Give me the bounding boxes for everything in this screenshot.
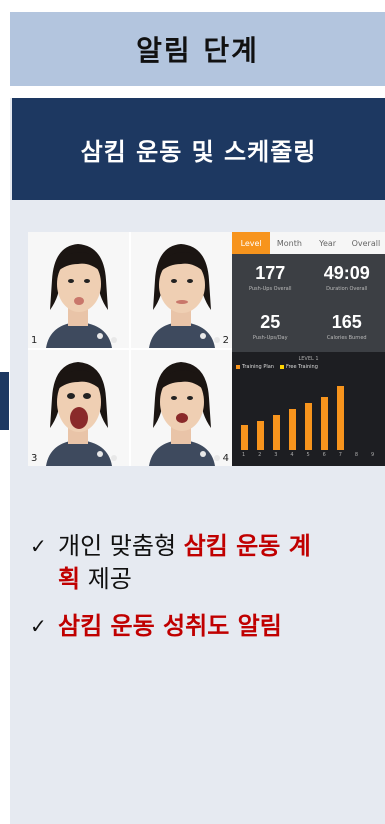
legend-item-training-plan: Training Plan — [236, 364, 274, 370]
photo-number: 4 — [222, 453, 229, 464]
legend-label: Free Training — [285, 364, 318, 370]
exercise-photo-4: 4 — [131, 350, 232, 466]
face-small-open-mouth-image — [149, 362, 220, 466]
chart-bar — [256, 421, 264, 450]
title-banner: 알림 단계 — [10, 12, 385, 86]
exercise-photo-grid: 1 2 3 4 — [28, 232, 232, 466]
chart-bar — [305, 402, 312, 450]
stat-value: 177 — [255, 263, 286, 283]
feature-text-part: 개인 맞춤형 — [58, 532, 184, 560]
exercise-photo-2: 2 — [131, 232, 232, 348]
stat-value: 165 — [331, 312, 362, 332]
stat-label: Calories Burned — [326, 335, 367, 341]
x-tick-label: 4 — [290, 452, 294, 458]
check-icon: ✓ — [30, 614, 47, 638]
chart-level-label: LEVEL 1 — [298, 356, 319, 362]
legend-swatch — [279, 364, 284, 369]
stat-pushups-overall: 177 Push-Ups Overall — [232, 254, 309, 303]
x-axis: 1 2 3 4 5 6 7 8 9 — [236, 452, 381, 462]
feature-item: ✓ 개인 맞춤형 삼킴 운동 계획 제공 — [30, 530, 330, 596]
photo-number: 1 — [31, 335, 38, 346]
stat-label: Push-Ups Overall — [248, 286, 292, 292]
side-tab-marker — [0, 372, 9, 430]
stat-value: 25 — [260, 312, 281, 332]
tab-level[interactable]: Level — [232, 232, 271, 254]
x-tick-label: 8 — [354, 452, 359, 458]
face-puffed-cheeks-image — [46, 244, 117, 348]
x-tick-label: 6 — [322, 452, 326, 458]
tab-year[interactable]: Year — [309, 232, 347, 254]
stat-label: Duration Overall — [326, 286, 368, 292]
tab-overall[interactable]: Overall — [347, 232, 385, 254]
x-tick-label: 5 — [306, 452, 310, 458]
face-open-mouth-image — [46, 362, 117, 466]
stat-pushups-per-day: 25 Push-Ups/Day — [232, 303, 309, 352]
chart-bar — [272, 415, 280, 450]
check-icon: ✓ — [30, 534, 47, 558]
x-tick-label: 3 — [274, 452, 278, 458]
legend-item-free-training: Free Training — [279, 364, 318, 370]
stat-label: Push-Ups/Day — [252, 335, 288, 341]
face-cheek-puff-image — [149, 244, 220, 348]
stat-value: 49:09 — [323, 263, 370, 283]
level-chart: LEVEL 1 Training Plan Free Training 1 2 3 4… — [232, 352, 385, 466]
feature-highlight: 삼킴 운동 성취도 알림 — [58, 612, 282, 640]
stat-duration-overall: 49:09 Duration Overall — [309, 254, 385, 303]
legend-label: Training Plan — [242, 364, 274, 370]
feature-text: 개인 맞춤형 삼킴 운동 계획 제공 — [58, 530, 330, 596]
training-app-screenshot: Level Month Year Overall 177 Push-Ups Ov… — [232, 232, 385, 466]
chart-legend: Training Plan Free Training — [236, 364, 318, 370]
photo-number: 3 — [31, 453, 38, 464]
chart-bar — [288, 408, 296, 450]
tab-month[interactable]: Month — [270, 232, 308, 254]
photo-number: 2 — [222, 335, 229, 346]
feature-list: ✓ 개인 맞춤형 삼킴 운동 계획 제공 ✓ 삼킴 운동 성취도 알림 — [30, 530, 330, 657]
chart-bar — [337, 386, 345, 450]
x-tick-label: 7 — [338, 452, 342, 458]
x-tick-label: 1 — [242, 452, 246, 458]
x-tick-label: 9 — [370, 452, 375, 458]
bar-series — [236, 378, 381, 450]
legend-swatch — [236, 364, 240, 369]
x-tick-label: 2 — [258, 452, 262, 458]
chart-bar — [321, 396, 329, 450]
exercise-photo-1: 1 — [28, 232, 129, 348]
page-subtitle: 삼킴 운동 및 스케줄링 — [80, 137, 317, 166]
page-title: 알림 단계 — [136, 34, 259, 67]
app-tab-bar: Level Month Year Overall — [232, 232, 385, 254]
feature-text-part: 제공 — [80, 565, 132, 593]
stats-grid: 177 Push-Ups Overall 49:09 Duration Over… — [232, 254, 385, 352]
stat-calories-burned: 165 Calories Burned — [309, 303, 385, 352]
feature-item: ✓ 삼킴 운동 성취도 알림 — [30, 610, 330, 643]
subtitle-banner: 삼킴 운동 및 스케줄링 — [12, 98, 385, 200]
exercise-photo-3: 3 — [28, 350, 129, 466]
chart-bar — [240, 425, 248, 450]
